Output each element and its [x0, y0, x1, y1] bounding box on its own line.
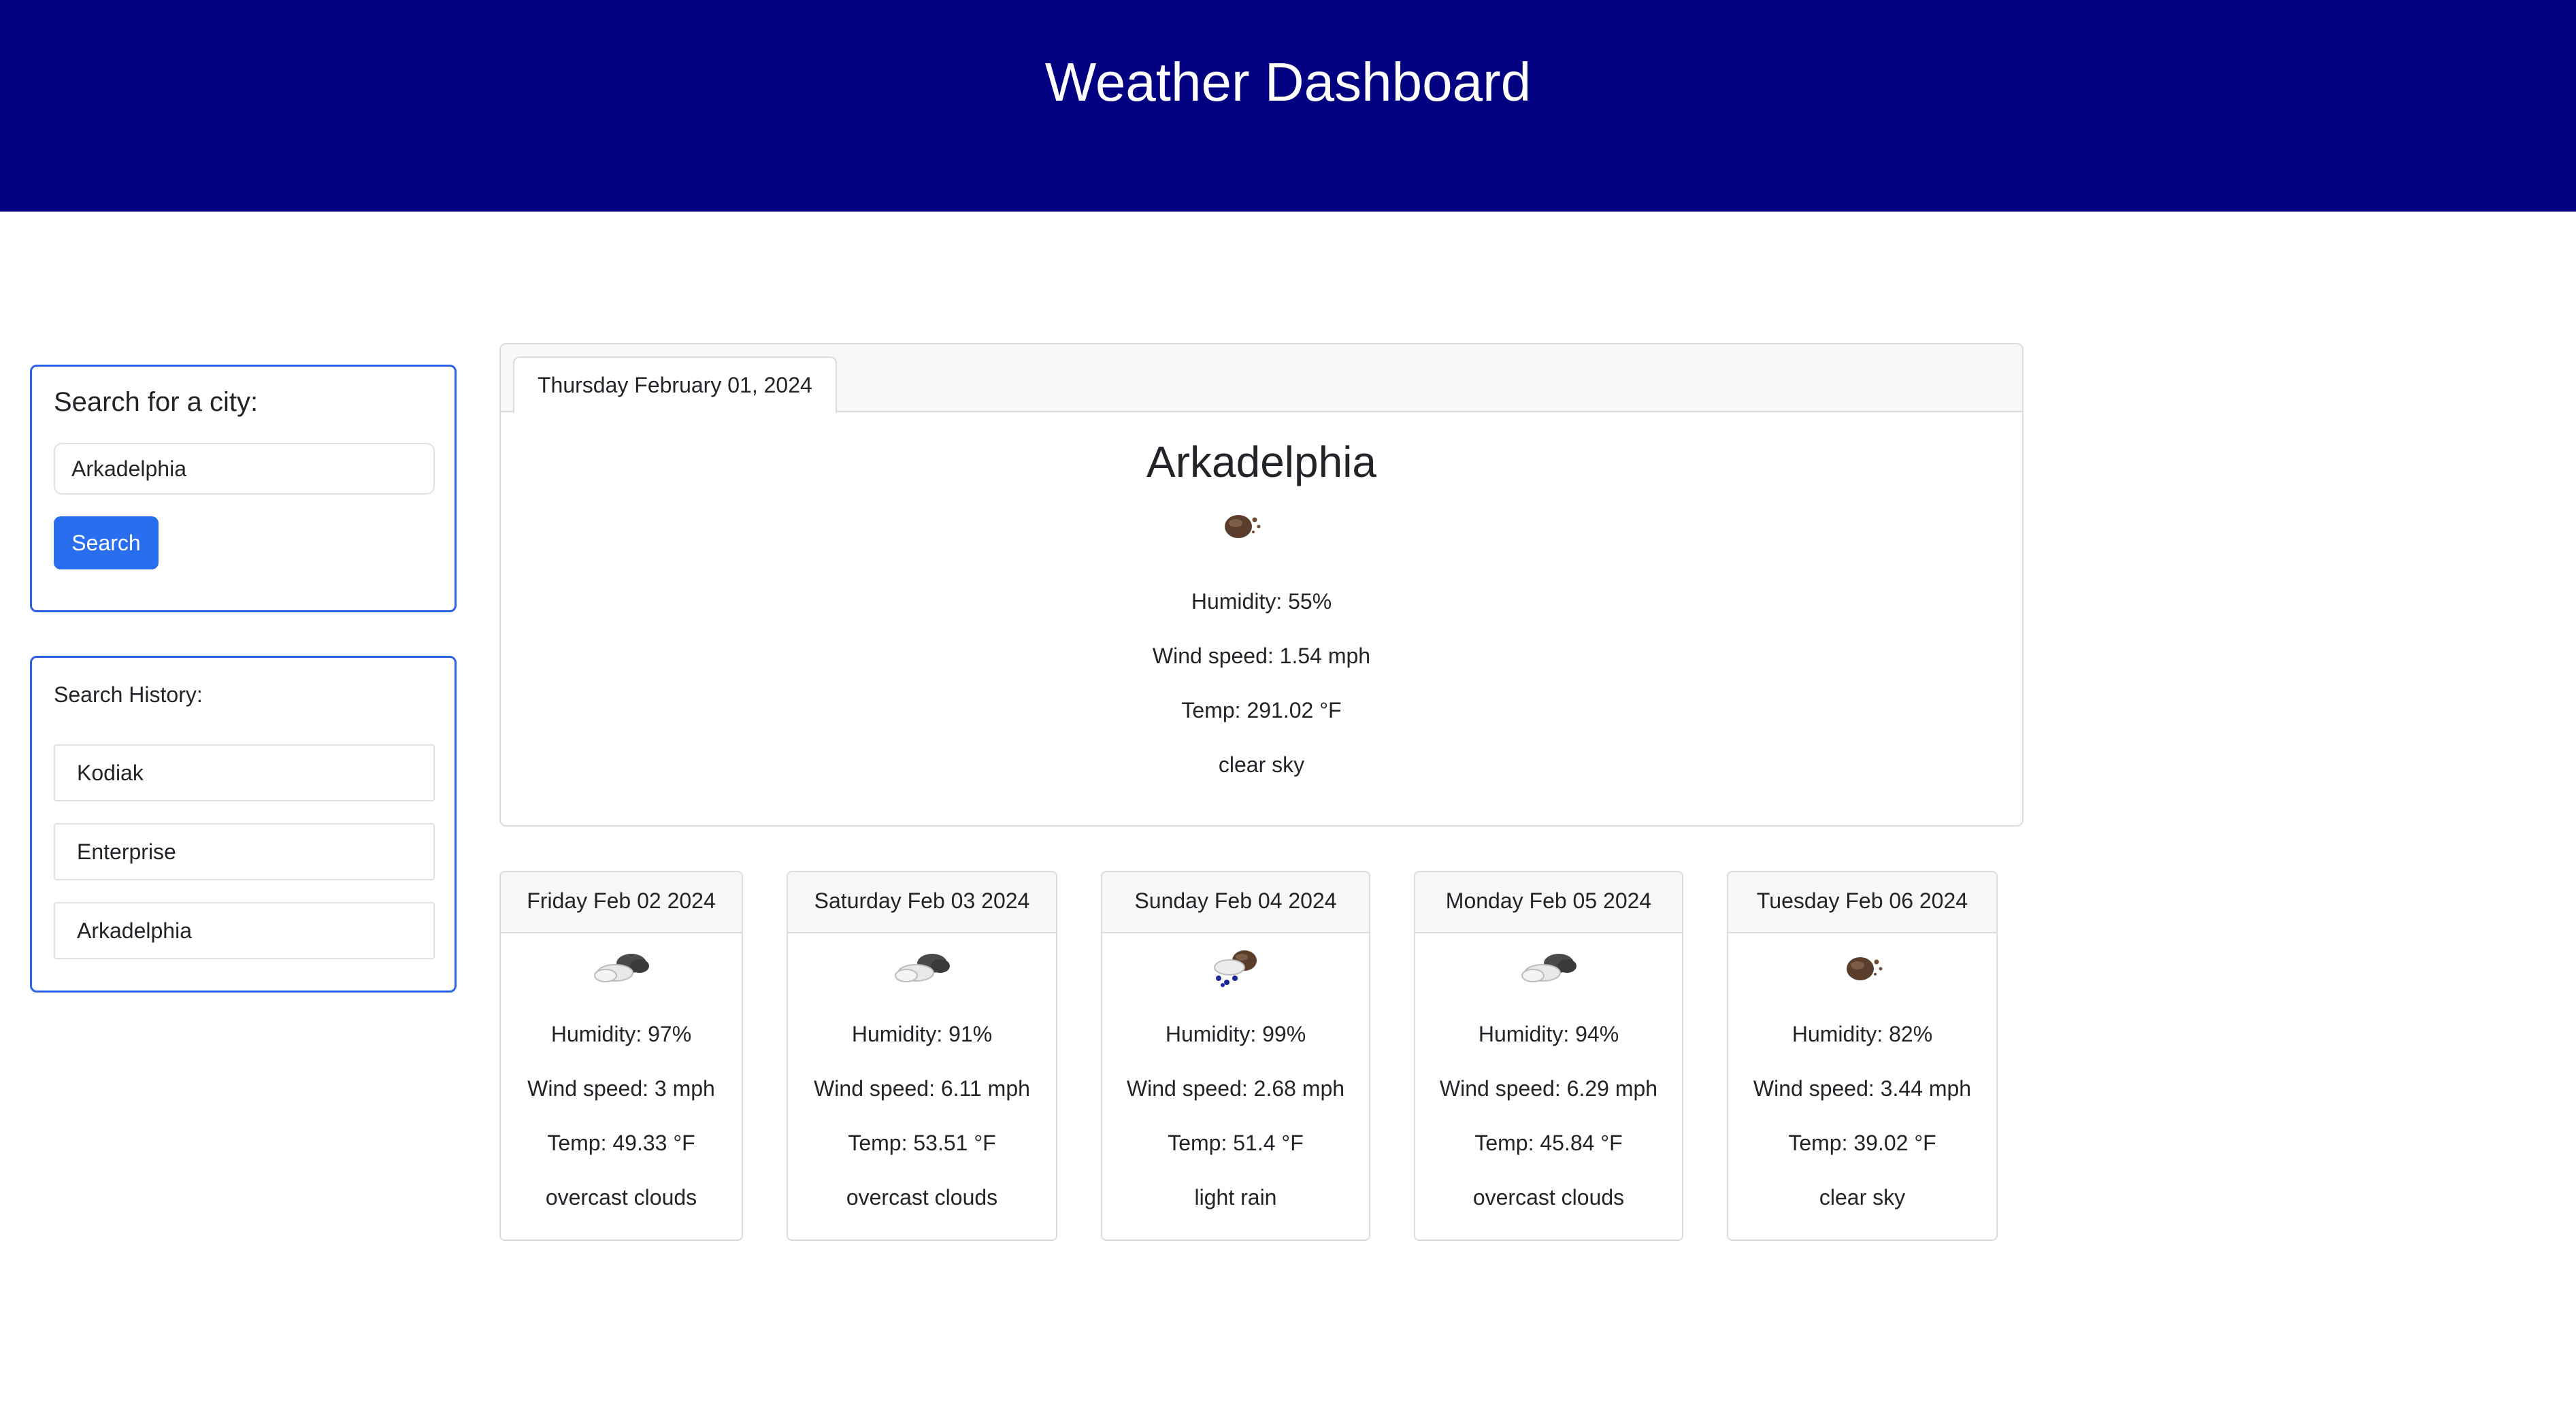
forecast-wind-speed: Wind speed: 6.11 mph	[814, 1076, 1030, 1101]
current-weather-header: Thursday February 01, 2024	[501, 344, 2022, 414]
forecast-date: Friday Feb 02 2024	[501, 872, 742, 933]
forecast-temperature: Temp: 53.51 °F	[848, 1131, 996, 1155]
history-item-enterprise[interactable]: Enterprise	[54, 823, 435, 880]
forecast-description: clear sky	[1819, 1185, 1906, 1210]
app-header: Weather Dashboard	[0, 0, 2576, 212]
history-item-kodiak[interactable]: Kodiak	[54, 744, 435, 801]
search-history-title: Search History:	[54, 682, 203, 707]
forecast-wind-speed: Wind speed: 2.68 mph	[1126, 1076, 1345, 1101]
current-city-name: Arkadelphia	[1146, 437, 1376, 486]
forecast-card-day-3: Sunday Feb 04 2024 Humidity: 99% Wind sp…	[1101, 871, 1370, 1241]
forecast-temperature: Temp: 51.4 °F	[1168, 1131, 1304, 1155]
forecast-description: light rain	[1194, 1185, 1277, 1210]
history-item-arkadelphia[interactable]: Arkadelphia	[54, 902, 435, 959]
overcast-clouds-icon	[1521, 954, 1576, 982]
forecast-date: Saturday Feb 03 2024	[788, 872, 1056, 933]
forecast-card-day-2: Saturday Feb 03 2024 Humidity: 91% Wind …	[787, 871, 1057, 1241]
current-description: clear sky	[1218, 752, 1305, 777]
forecast-wind-speed: Wind speed: 3 mph	[527, 1076, 715, 1101]
forecast-description: overcast clouds	[1472, 1185, 1625, 1210]
light-rain-icon	[1214, 950, 1257, 987]
page-title: Weather Dashboard	[1044, 52, 1532, 112]
current-weather-card: Thursday February 01, 2024 Arkadelphia H…	[499, 343, 2024, 827]
forecast-date: Tuesday Feb 06 2024	[1728, 872, 1996, 933]
forecast-wind-speed: Wind speed: 6.29 mph	[1439, 1076, 1658, 1101]
forecast-humidity: Humidity: 94%	[1478, 1022, 1619, 1046]
current-date-tab[interactable]: Thursday February 01, 2024	[513, 356, 837, 414]
forecast-temperature: Temp: 49.33 °F	[547, 1131, 695, 1155]
forecast-card-day-5: Tuesday Feb 06 2024 Humidity: 82% Wind s…	[1727, 871, 1998, 1241]
city-search-input[interactable]	[54, 443, 435, 495]
forecast-humidity: Humidity: 97%	[550, 1022, 692, 1046]
forecast-temperature: Temp: 39.02 °F	[1788, 1131, 1936, 1155]
search-title: Search for a city:	[54, 387, 259, 417]
search-panel: Search for a city: Search	[30, 365, 457, 612]
current-humidity: Humidity: 55%	[1191, 589, 1332, 614]
clear-sky-icon	[1847, 957, 1883, 980]
current-wind-speed: Wind speed: 1.54 mph	[1152, 644, 1371, 668]
forecast-date: Sunday Feb 04 2024	[1102, 872, 1369, 933]
search-history-panel: Search History: Kodiak Enterprise Arkade…	[30, 656, 457, 993]
forecast-card-day-1: Friday Feb 02 2024 Humidity: 97% Wind sp…	[499, 871, 743, 1241]
forecast-humidity: Humidity: 99%	[1165, 1022, 1306, 1046]
overcast-clouds-icon	[895, 954, 950, 982]
forecast-description: overcast clouds	[545, 1185, 697, 1210]
forecast-humidity: Humidity: 82%	[1791, 1022, 1933, 1046]
forecast-card-day-4: Monday Feb 05 2024 Humidity: 94% Wind sp…	[1414, 871, 1683, 1241]
forecast-temperature: Temp: 45.84 °F	[1474, 1131, 1623, 1155]
forecast-description: overcast clouds	[846, 1185, 998, 1210]
search-button[interactable]: Search	[54, 516, 159, 569]
forecast-wind-speed: Wind speed: 3.44 mph	[1753, 1076, 1972, 1101]
overcast-clouds-icon	[594, 954, 649, 982]
current-temperature: Temp: 291.02 °F	[1181, 698, 1342, 722]
forecast-humidity: Humidity: 91%	[851, 1022, 993, 1046]
clear-sky-icon	[1225, 515, 1261, 538]
forecast-date: Monday Feb 05 2024	[1415, 872, 1682, 933]
